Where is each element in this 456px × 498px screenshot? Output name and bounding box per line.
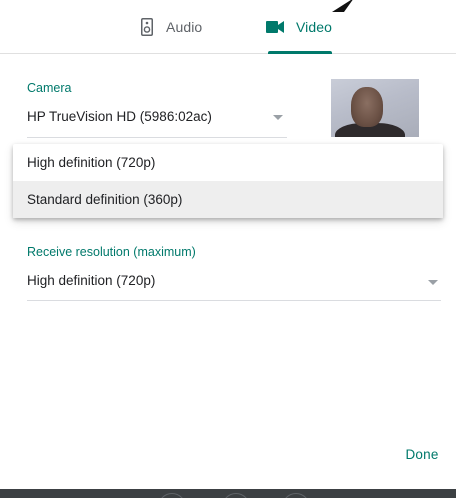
camera-select[interactable]: HP TrueVision HD (5986:02ac) [27,109,212,124]
camera-preview [331,79,419,137]
video-settings-dialog: Audio Video Camera HP TrueVision HD (598… [0,0,456,498]
receive-resolution-label: Receive resolution (maximum) [27,245,196,259]
camera-underline [27,137,287,138]
settings-tabs: Audio Video [0,0,456,54]
send-resolution-menu: High definition (720p) Standard definiti… [13,144,443,218]
active-tab-indicator [268,51,332,54]
camera-label: Camera [27,81,72,95]
tab-video-label: Video [296,19,333,35]
control-button-ring[interactable] [158,493,186,498]
call-controls-bar [0,489,456,498]
tab-audio[interactable]: Audio [140,0,240,54]
speaker-icon [140,17,154,37]
done-button[interactable]: Done [398,436,446,472]
receive-resolution-underline [27,300,441,301]
receive-resolution-select[interactable]: High definition (720p) [27,273,155,288]
tab-audio-label: Audio [166,19,203,35]
menu-option-720p[interactable]: High definition (720p) [13,144,443,181]
control-button-ring[interactable] [282,493,310,498]
receive-dropdown-arrow-icon[interactable] [428,280,438,285]
tab-video[interactable]: Video [266,0,342,54]
camera-dropdown-arrow-icon[interactable] [273,115,283,120]
menu-option-360p[interactable]: Standard definition (360p) [13,181,443,218]
video-camera-icon [266,17,284,37]
control-button-ring[interactable] [222,493,250,498]
preview-person-head [351,87,383,127]
